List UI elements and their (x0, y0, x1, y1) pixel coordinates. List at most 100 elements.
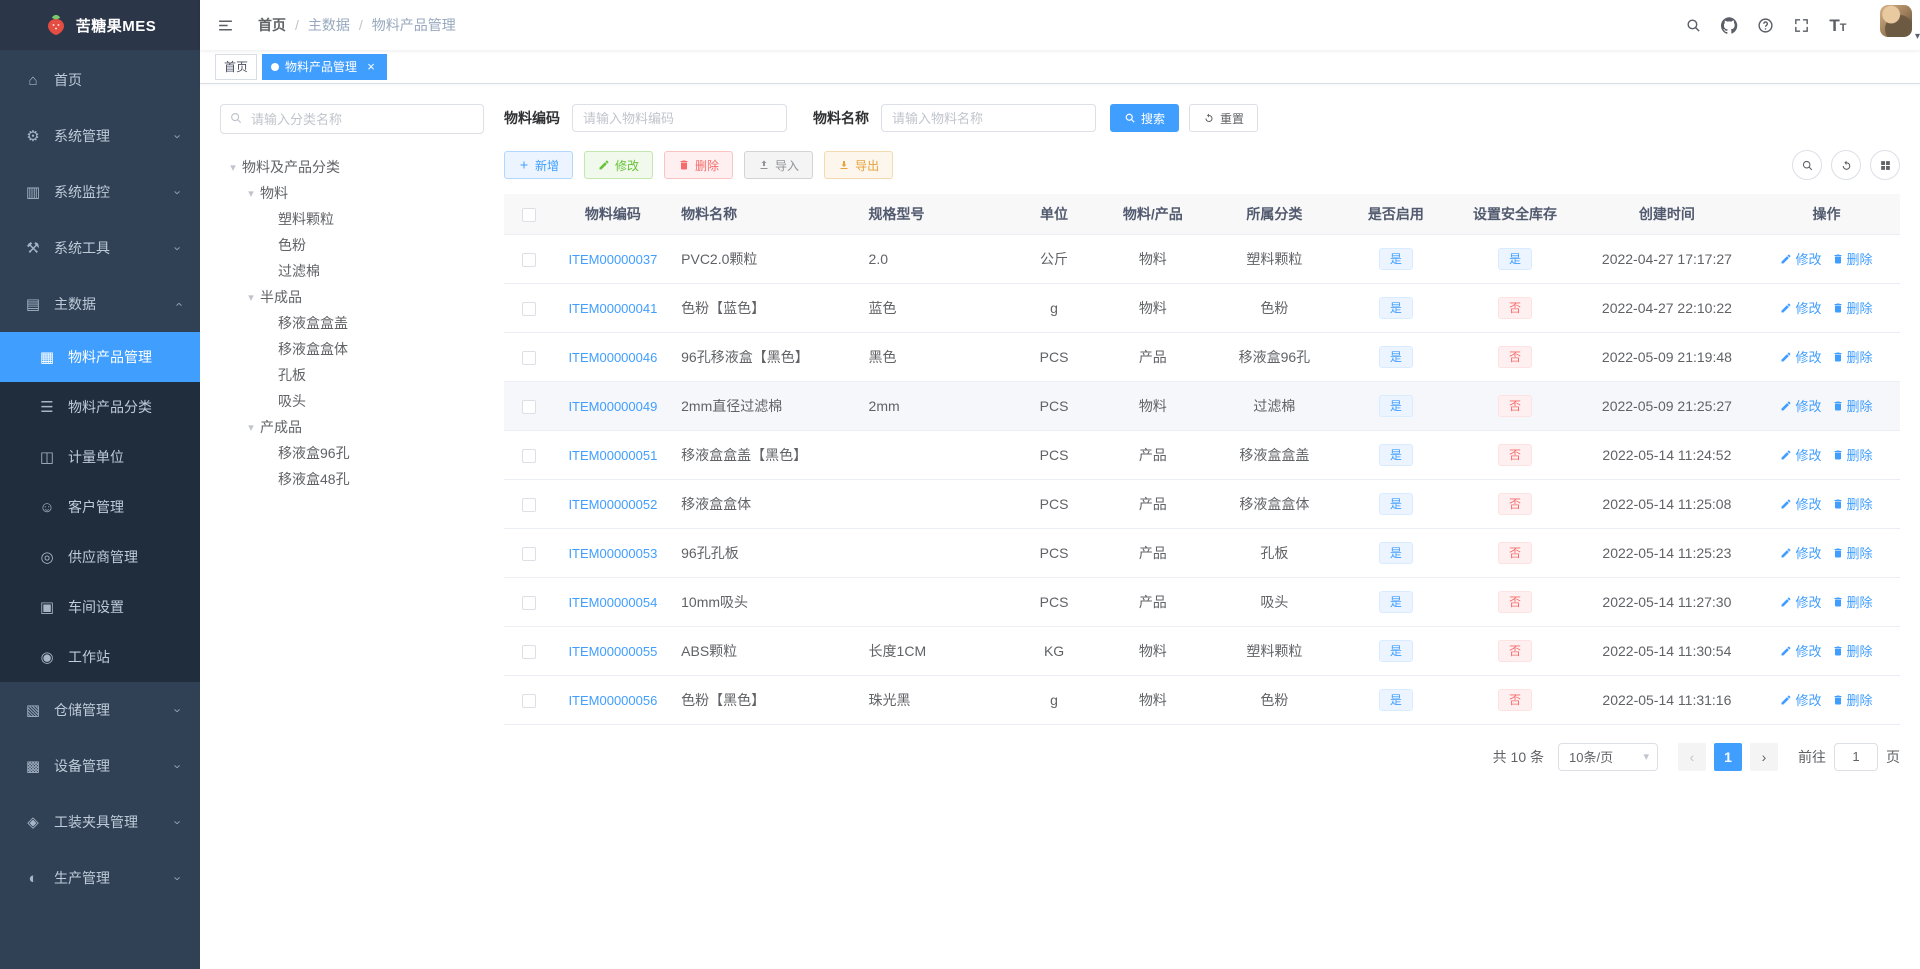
row-checkbox[interactable] (522, 350, 537, 365)
material-code-link[interactable]: ITEM00000037 (568, 252, 657, 267)
row-checkbox[interactable] (522, 301, 537, 316)
safety-stock-badge[interactable]: 否 (1497, 590, 1532, 613)
delete-row-link[interactable]: 删除 (1832, 690, 1873, 709)
edit-row-link[interactable]: 修改 (1780, 543, 1822, 562)
user-menu[interactable]: ▾ (1879, 0, 1920, 50)
material-code-link[interactable]: ITEM00000055 (568, 644, 657, 659)
row-checkbox[interactable] (522, 399, 537, 414)
tree-node[interactable]: ▾色粉 (220, 232, 484, 258)
material-code-link[interactable]: ITEM00000051 (568, 448, 657, 463)
tree-node[interactable]: ▾吸头 (220, 388, 484, 414)
enabled-badge[interactable]: 是 (1378, 443, 1413, 466)
sidebar-item-customer-mgmt[interactable]: ☺ 客户管理 (0, 482, 200, 532)
safety-stock-badge[interactable]: 否 (1497, 345, 1532, 368)
edit-button[interactable]: 修改 (584, 151, 654, 179)
refresh-button[interactable] (1831, 150, 1861, 180)
reset-button[interactable]: 重置 (1189, 104, 1259, 132)
material-code-input[interactable] (572, 104, 787, 132)
goto-page-input[interactable] (1834, 742, 1878, 771)
sidebar-item-workstation[interactable]: ◉ 工作站 (0, 632, 200, 682)
enabled-badge[interactable]: 是 (1378, 345, 1413, 368)
prev-page-button[interactable]: ‹ (1678, 742, 1706, 771)
safety-stock-badge[interactable]: 是 (1497, 247, 1532, 270)
delete-row-link[interactable]: 删除 (1832, 445, 1873, 464)
tree-node[interactable]: ▾ 半成品 (220, 284, 484, 310)
enabled-badge[interactable]: 是 (1378, 639, 1413, 662)
enabled-badge[interactable]: 是 (1378, 492, 1413, 515)
tree-node[interactable]: ▾移液盒盒盖 (220, 310, 484, 336)
close-tab-icon[interactable]: × (364, 60, 378, 74)
safety-stock-badge[interactable]: 否 (1497, 541, 1532, 564)
row-checkbox[interactable] (522, 497, 537, 512)
tree-node[interactable]: ▾孔板 (220, 362, 484, 388)
tree-node[interactable]: ▾移液盒48孔 (220, 466, 484, 492)
row-checkbox[interactable] (522, 693, 537, 708)
edit-row-link[interactable]: 修改 (1780, 641, 1822, 660)
row-checkbox[interactable] (522, 595, 537, 610)
safety-stock-badge[interactable]: 否 (1497, 492, 1532, 515)
sidebar-item-workshop-settings[interactable]: ▣ 车间设置 (0, 582, 200, 632)
tab-material-product-mgmt[interactable]: 物料产品管理 × (262, 53, 388, 80)
delete-row-link[interactable]: 删除 (1832, 543, 1873, 562)
sidebar-item-production-mgmt[interactable]: ◐ 生产管理 › (0, 850, 200, 906)
row-checkbox[interactable] (522, 546, 537, 561)
material-code-link[interactable]: ITEM00000054 (568, 595, 657, 610)
page-size-select[interactable]: 10条/页 ▾ (1558, 742, 1658, 771)
next-page-button[interactable]: › (1750, 742, 1778, 771)
sidebar-item-fixture-mgmt[interactable]: ◈ 工装夹具管理 › (0, 794, 200, 850)
tree-node[interactable]: ▾ 物料及产品分类 (220, 154, 484, 180)
sidebar-item-master-data[interactable]: ▤ 主数据 › (0, 276, 200, 332)
tree-node[interactable]: ▾移液盒96孔 (220, 440, 484, 466)
edit-row-link[interactable]: 修改 (1780, 249, 1822, 268)
enabled-badge[interactable]: 是 (1378, 541, 1413, 564)
edit-row-link[interactable]: 修改 (1780, 396, 1822, 415)
export-button[interactable]: 导出 (824, 151, 894, 179)
sidebar-item-warehouse-mgmt[interactable]: ▧ 仓储管理 › (0, 682, 200, 738)
safety-stock-badge[interactable]: 否 (1497, 688, 1532, 711)
material-code-link[interactable]: ITEM00000052 (568, 497, 657, 512)
enabled-badge[interactable]: 是 (1378, 688, 1413, 711)
tree-node[interactable]: ▾ 产成品 (220, 414, 484, 440)
font-size-button[interactable]: TT (1820, 0, 1856, 50)
columns-button[interactable] (1870, 150, 1900, 180)
search-button[interactable]: 搜索 (1110, 104, 1180, 132)
delete-row-link[interactable]: 删除 (1832, 592, 1873, 611)
sidebar-item-supplier-mgmt[interactable]: ◎ 供应商管理 (0, 532, 200, 582)
material-name-input[interactable] (881, 104, 1096, 132)
delete-button[interactable]: 删除 (664, 151, 734, 179)
safety-stock-badge[interactable]: 否 (1497, 296, 1532, 319)
help-button[interactable] (1748, 0, 1784, 50)
tree-node[interactable]: ▾塑料颗粒 (220, 206, 484, 232)
tree-node[interactable]: ▾ 物料 (220, 180, 484, 206)
search-button[interactable] (1676, 0, 1712, 50)
add-button[interactable]: 新增 (504, 151, 574, 179)
sidebar-item-material-product-category[interactable]: ☰ 物料产品分类 (0, 382, 200, 432)
fullscreen-button[interactable] (1784, 0, 1820, 50)
row-checkbox[interactable] (522, 448, 537, 463)
caret-down-icon[interactable]: ▾ (242, 187, 260, 200)
page-1-button[interactable]: 1 (1714, 742, 1742, 771)
sidebar-item-equipment-mgmt[interactable]: ▩ 设备管理 › (0, 738, 200, 794)
app-logo[interactable]: 苦糖果MES (0, 0, 200, 50)
material-code-link[interactable]: ITEM00000046 (568, 350, 657, 365)
edit-row-link[interactable]: 修改 (1780, 690, 1822, 709)
material-code-link[interactable]: ITEM00000049 (568, 399, 657, 414)
edit-row-link[interactable]: 修改 (1780, 347, 1822, 366)
sidebar-item-system-admin[interactable]: ⚙ 系统管理 › (0, 108, 200, 164)
delete-row-link[interactable]: 删除 (1832, 396, 1873, 415)
breadcrumb-item[interactable]: 首页 (258, 15, 286, 35)
sidebar-item-material-product-mgmt[interactable]: ▦ 物料产品管理 (0, 332, 200, 382)
sidebar-item-measure-unit[interactable]: ◫ 计量单位 (0, 432, 200, 482)
tree-node[interactable]: ▾过滤棉 (220, 258, 484, 284)
material-code-link[interactable]: ITEM00000041 (568, 301, 657, 316)
tab-home[interactable]: 首页 (215, 53, 258, 80)
category-search-input[interactable] (220, 104, 484, 134)
caret-down-icon[interactable]: ▾ (224, 161, 242, 174)
tree-node[interactable]: ▾移液盒盒体 (220, 336, 484, 362)
import-button[interactable]: 导入 (744, 151, 814, 179)
delete-row-link[interactable]: 删除 (1832, 641, 1873, 660)
material-code-link[interactable]: ITEM00000053 (568, 546, 657, 561)
enabled-badge[interactable]: 是 (1378, 394, 1413, 417)
safety-stock-badge[interactable]: 否 (1497, 394, 1532, 417)
row-checkbox[interactable] (522, 644, 537, 659)
